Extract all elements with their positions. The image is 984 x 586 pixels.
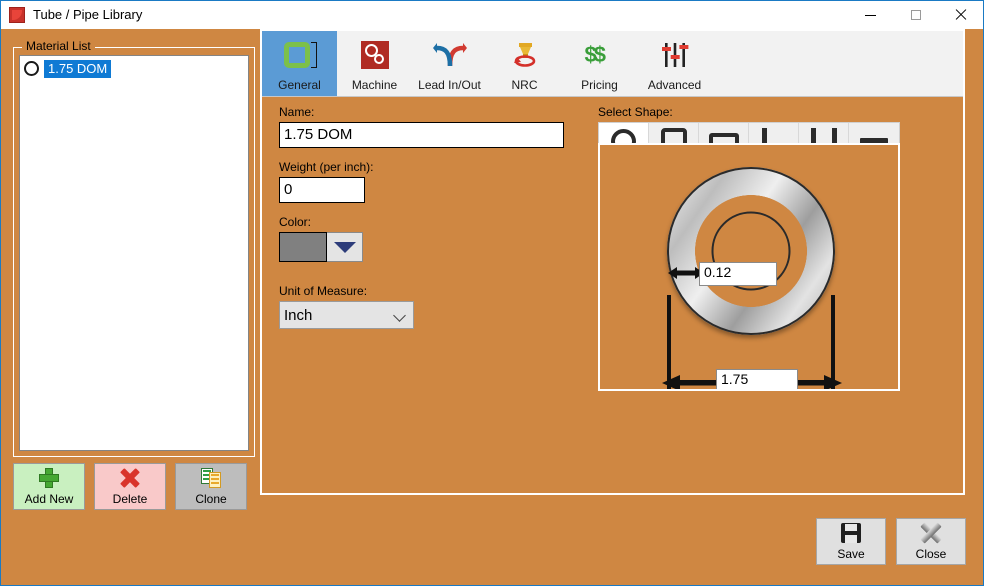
weight-input[interactable]: 0 [279, 177, 365, 203]
close-dialog-button[interactable]: Close [896, 518, 966, 565]
sliders-icon [637, 31, 712, 78]
tube-pipe-library-window: Tube / Pipe Library Material List 1.75 D… [0, 0, 984, 586]
tab-pricing[interactable]: $$ Pricing [562, 31, 637, 96]
dollar-signs-icon: $$ [584, 41, 606, 67]
plus-icon [14, 464, 84, 492]
x-icon [95, 464, 165, 492]
tab-machine[interactable]: Machine [337, 31, 412, 96]
add-new-label: Add New [24, 492, 74, 506]
tab-machine-label: Machine [351, 78, 398, 92]
color-swatch[interactable] [279, 232, 327, 262]
outer-diameter-input[interactable]: 1.75 [716, 369, 798, 389]
material-list-label: Material List [22, 39, 95, 54]
circle-tube-icon [24, 61, 39, 76]
window-controls [848, 1, 983, 29]
minimize-button[interactable] [848, 1, 893, 29]
add-new-button[interactable]: Add New [13, 463, 85, 510]
tab-pricing-label: Pricing [581, 78, 618, 92]
general-form: Name: 1.75 DOM Weight (per inch): 0 Colo… [279, 105, 589, 329]
clone-label: Clone [195, 492, 227, 506]
color-picker[interactable] [279, 232, 589, 262]
delete-button[interactable]: Delete [94, 463, 166, 510]
square-profile-icon [262, 31, 337, 78]
tab-general-label: General [278, 78, 321, 92]
grey-x-icon [920, 519, 942, 547]
save-button[interactable]: Save [816, 518, 886, 565]
details-panel: General Machine Lead In/Out NRC $$ Prici… [260, 29, 965, 495]
tab-general[interactable]: General [262, 31, 337, 96]
weight-label: Weight (per inch): [279, 160, 374, 174]
close-icon [955, 9, 967, 21]
save-label: Save [837, 547, 865, 561]
name-label: Name: [279, 105, 315, 119]
maximize-button[interactable] [893, 1, 938, 29]
color-label: Color: [279, 215, 312, 229]
material-list-groupbox: Material List 1.75 DOM [13, 39, 255, 457]
copy-icon [176, 464, 246, 492]
footer-buttons: Save Close [816, 518, 966, 565]
delete-label: Delete [112, 492, 148, 506]
select-shape-label: Select Shape: [598, 105, 673, 119]
tab-advanced-label: Advanced [647, 78, 702, 92]
wall-thickness-input[interactable]: 0.12 [699, 262, 777, 286]
tab-nrc-label: NRC [511, 78, 538, 92]
tab-lead-in-out-label: Lead In/Out [418, 78, 481, 92]
clone-button[interactable]: Clone [175, 463, 247, 510]
unit-of-measure-label: Unit of Measure: [279, 284, 368, 298]
lead-arrows-icon [412, 31, 487, 78]
list-item-label: 1.75 DOM [44, 59, 112, 78]
shape-preview: 0.12 1.75 [598, 143, 900, 391]
minimize-icon [865, 14, 876, 16]
name-input[interactable]: 1.75 DOM [279, 122, 564, 148]
round-tube-graphic [667, 167, 835, 335]
gears-icon [337, 31, 412, 78]
window-title: Tube / Pipe Library [33, 7, 143, 22]
title-bar: Tube / Pipe Library [1, 1, 983, 29]
app-icon [9, 7, 25, 23]
nozzle-icon [487, 31, 562, 78]
maximize-icon [910, 10, 921, 20]
tab-strip: General Machine Lead In/Out NRC $$ Prici… [262, 31, 963, 97]
close-label: Close [915, 547, 947, 561]
tab-nrc[interactable]: NRC [487, 31, 562, 96]
list-action-buttons: Add New Delete Clone [13, 463, 247, 510]
material-list[interactable]: 1.75 DOM [19, 55, 249, 451]
chevron-down-icon [333, 241, 356, 253]
tab-lead-in-out[interactable]: Lead In/Out [412, 31, 487, 96]
close-button[interactable] [938, 1, 983, 29]
unit-of-measure-value: Inch [284, 306, 313, 324]
unit-of-measure-select[interactable]: Inch [279, 301, 414, 329]
tab-advanced[interactable]: Advanced [637, 31, 712, 96]
floppy-icon [841, 519, 861, 547]
list-item[interactable]: 1.75 DOM [24, 59, 248, 78]
chevron-down-icon [393, 309, 406, 322]
color-dropdown-button[interactable] [327, 232, 363, 262]
